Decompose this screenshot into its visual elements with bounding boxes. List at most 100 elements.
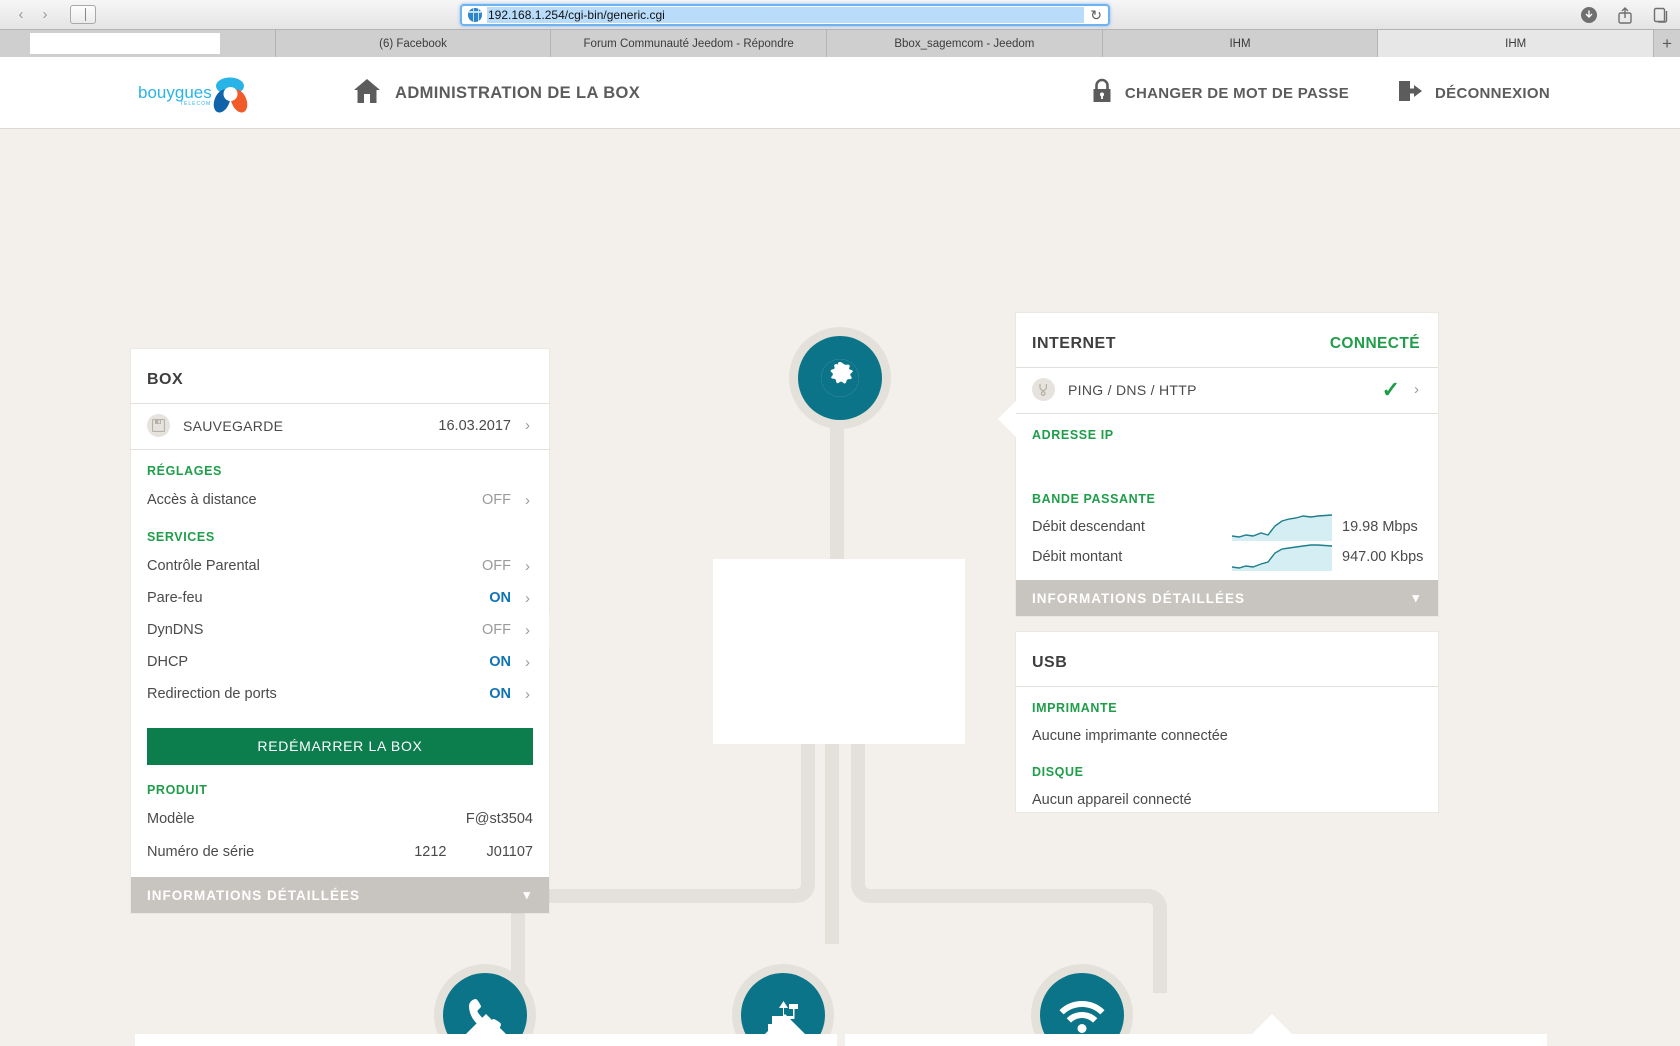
- product-serial-suffix: J01107: [486, 844, 534, 860]
- browser-tab-5[interactable]: IHM: [1378, 30, 1655, 57]
- service-row-firewall[interactable]: Pare-feu ON ›: [131, 582, 549, 614]
- reload-icon[interactable]: ↻: [1090, 7, 1102, 24]
- service-label: DHCP: [147, 654, 189, 670]
- sidebar-toggle-button[interactable]: [70, 5, 96, 24]
- service-value: OFF: [482, 622, 511, 638]
- browser-tab-2[interactable]: Forum Communauté Jeedom - Répondre: [551, 30, 828, 57]
- connectivity-check-row[interactable]: PING / DNS / HTTP ✓ ›: [1016, 368, 1438, 414]
- usb-card-pointer: [765, 1014, 805, 1034]
- browser-tab-1[interactable]: (6) Facebook: [275, 30, 552, 57]
- bandwidth-upload-label: Débit montant: [1032, 549, 1123, 565]
- stethoscope-icon: [1032, 378, 1055, 401]
- internet-detail-info-label: INFORMATIONS DÉTAILLÉES: [1032, 590, 1245, 606]
- setting-row-remote-access[interactable]: Accès à distance OFF ›: [131, 484, 549, 516]
- site-globe-icon: [468, 8, 482, 22]
- wifi-icon: [1059, 1001, 1105, 1033]
- chevron-right-icon[interactable]: ›: [525, 590, 533, 607]
- browser-toolbar-right: [1578, 4, 1672, 26]
- sidebar-icon: [80, 8, 86, 21]
- page-title-group: ADMINISTRATION DE LA BOX: [353, 57, 640, 129]
- change-password-button[interactable]: CHANGER DE MOT DE PASSE: [1091, 78, 1349, 109]
- svg-text:TELECOM: TELECOM: [180, 101, 211, 107]
- setting-value: OFF: [482, 492, 511, 508]
- section-label-services: SERVICES: [147, 530, 215, 544]
- printer-status: Aucune imprimante connectée: [1032, 728, 1228, 744]
- chevron-down-icon[interactable]: ▾: [523, 887, 531, 903]
- disk-icon: [147, 414, 170, 437]
- restart-box-button[interactable]: REDÉMARRER LA BOX: [147, 728, 533, 765]
- chevron-right-icon[interactable]: ›: [525, 622, 533, 639]
- service-row-parental-control[interactable]: Contrôle Parental OFF ›: [131, 550, 549, 582]
- internet-panel-header: INTERNET CONNECTÉ: [1016, 313, 1438, 368]
- chevron-right-icon[interactable]: ›: [525, 492, 533, 509]
- url-text[interactable]: 192.168.1.254/cgi-bin/generic.cgi: [487, 7, 1085, 23]
- service-label: Redirection de ports: [147, 686, 277, 702]
- page-body: BOX SAUVEGARDE 16.03.2017 › RÉGLAGES Acc…: [0, 129, 1680, 1046]
- upload-sparkline: [1232, 543, 1332, 571]
- chevron-right-icon[interactable]: ›: [525, 417, 533, 434]
- service-row-dhcp[interactable]: DHCP ON ›: [131, 646, 549, 678]
- service-label: Pare-feu: [147, 590, 203, 606]
- chevron-right-icon[interactable]: ›: [525, 654, 533, 671]
- box-panel: BOX SAUVEGARDE 16.03.2017 › RÉGLAGES Acc…: [131, 349, 567, 913]
- backup-row[interactable]: SAUVEGARDE 16.03.2017 ›: [131, 404, 549, 450]
- globe-icon: [821, 359, 859, 397]
- section-label-disk: DISQUE: [1032, 765, 1084, 779]
- section-label-printer: IMPRIMANTE: [1032, 701, 1118, 715]
- internet-detail-info-bar[interactable]: INFORMATIONS DÉTAILLÉES ▾: [1016, 580, 1438, 616]
- box-panel-pointer: [549, 613, 567, 649]
- header-actions: CHANGER DE MOT DE PASSE DÉCONNEXION: [1091, 57, 1550, 129]
- logout-button[interactable]: DÉCONNEXION: [1397, 79, 1550, 108]
- disk-status: Aucun appareil connecté: [1032, 792, 1192, 808]
- forward-button[interactable]: ›: [34, 5, 56, 25]
- service-value: ON: [489, 686, 511, 702]
- browser-toolbar: ‹ › 192.168.1.254/cgi-bin/generic.cgi ↻: [0, 0, 1680, 30]
- downloads-icon[interactable]: [1578, 4, 1600, 26]
- chevron-down-icon[interactable]: ▾: [1412, 590, 1420, 606]
- service-value: ON: [489, 590, 511, 606]
- service-row-port-forwarding[interactable]: Redirection de ports ON ›: [131, 678, 549, 710]
- internet-node[interactable]: [798, 336, 882, 420]
- connectivity-check-label: PING / DNS / HTTP: [1068, 381, 1197, 398]
- browser-tab-3-label: Bbox_sagemcom - Jeedom: [894, 37, 1035, 50]
- browser-tab-1-label: (6) Facebook: [379, 37, 447, 50]
- new-tab-icon[interactable]: [1650, 4, 1672, 26]
- chevron-right-icon[interactable]: ›: [1414, 381, 1422, 398]
- internet-panel: INTERNET CONNECTÉ PING / DNS / HTTP ✓ › …: [998, 313, 1438, 616]
- box-detail-info-bar[interactable]: INFORMATIONS DÉTAILLÉES ▾: [131, 877, 549, 913]
- svg-text:bouygues: bouygues: [138, 83, 212, 102]
- product-row-model: Modèle F@st3504: [131, 803, 549, 835]
- browser-tab-5-label: IHM: [1505, 37, 1527, 50]
- connectivity-check-right: ✓ ›: [1382, 378, 1422, 400]
- logout-icon: [1397, 79, 1423, 108]
- back-button[interactable]: ‹: [10, 5, 32, 25]
- box-panel-header: BOX: [131, 349, 549, 404]
- address-bar[interactable]: 192.168.1.254/cgi-bin/generic.cgi ↻: [460, 4, 1110, 26]
- browser-nav-group: ‹ ›: [10, 5, 96, 25]
- service-row-dyndns[interactable]: DynDNS OFF ›: [131, 614, 549, 646]
- bouygues-logo: bouygues TELECOM: [138, 74, 258, 116]
- box-panel-title: BOX: [147, 371, 184, 388]
- browser-tab-2-label: Forum Communauté Jeedom - Répondre: [583, 37, 794, 50]
- browser-tab-bar: (6) Facebook Forum Communauté Jeedom - R…: [0, 30, 1680, 57]
- internet-panel-pointer: [998, 401, 1016, 437]
- chevron-right-icon[interactable]: ›: [525, 558, 533, 575]
- section-label-ip: ADRESSE IP: [1032, 428, 1114, 442]
- browser-tab-4-label: IHM: [1229, 37, 1251, 50]
- logout-label: DÉCONNEXION: [1435, 84, 1550, 102]
- chevron-right-icon[interactable]: ›: [525, 686, 533, 703]
- product-model-value: F@st3504: [465, 811, 533, 827]
- usb-bottom-card: [845, 1034, 1547, 1046]
- browser-tab-3[interactable]: Bbox_sagemcom - Jeedom: [827, 30, 1103, 57]
- bandwidth-upload-value: 947.00 Kbps: [1342, 549, 1424, 565]
- page-title: ADMINISTRATION DE LA BOX: [395, 83, 641, 102]
- lock-icon: [1091, 78, 1113, 109]
- app-header: bouygues TELECOM ADMINISTRATION DE LA BO…: [0, 57, 1680, 129]
- browser-tab-4[interactable]: IHM: [1102, 30, 1379, 57]
- service-label: DynDNS: [147, 622, 204, 638]
- new-tab-button[interactable]: +: [1654, 30, 1680, 57]
- internet-status-badge: CONNECTÉ: [1329, 335, 1420, 352]
- download-sparkline: [1232, 513, 1332, 541]
- share-icon[interactable]: [1614, 4, 1636, 26]
- browser-tab-0[interactable]: [0, 30, 276, 57]
